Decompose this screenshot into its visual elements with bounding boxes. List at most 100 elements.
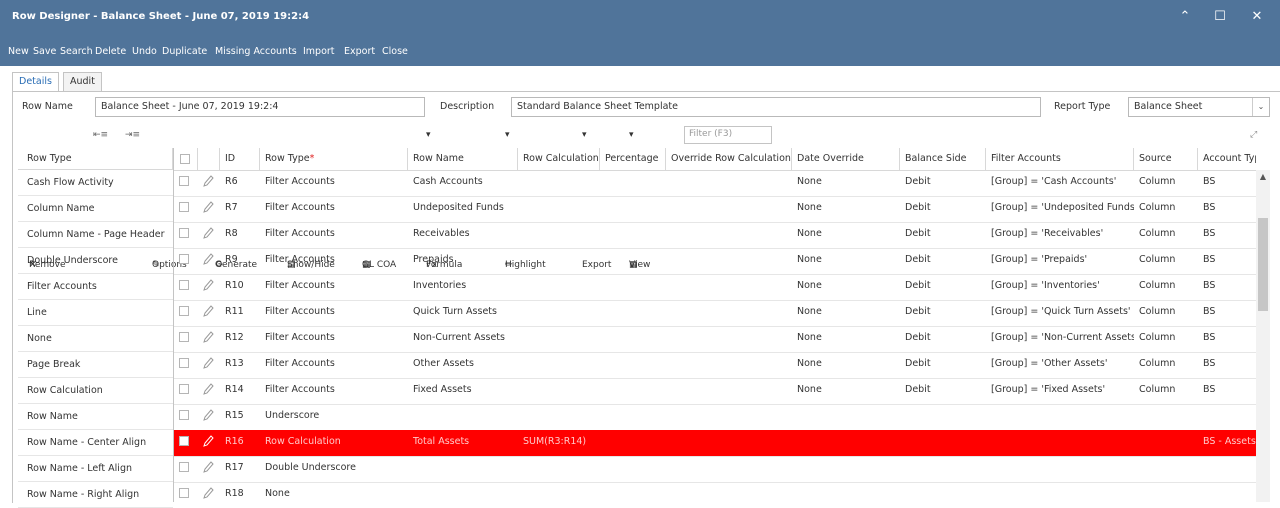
cell-override-row-calculation[interactable] — [666, 430, 792, 456]
pencil-icon[interactable] — [202, 330, 214, 344]
cell-account-type[interactable]: BS — [1198, 326, 1256, 352]
cell-date-override[interactable]: None — [792, 196, 900, 222]
menu-new[interactable]: New — [8, 46, 29, 57]
table-row[interactable]: R8 Filter Accounts Receivables None Debit [Gr… — [174, 222, 1256, 249]
row-type-item[interactable]: Row Calculation — [18, 378, 173, 404]
cell-date-override[interactable]: None — [792, 326, 900, 352]
cell-filter-accounts[interactable]: [Group] = 'Other Assets' — [986, 352, 1134, 378]
cell-date-override[interactable]: None — [792, 274, 900, 300]
cell-row-type[interactable]: Row Calculation — [260, 430, 408, 456]
cell-date-override[interactable]: None — [792, 300, 900, 326]
pencil-icon[interactable] — [202, 200, 214, 214]
cell-account-type[interactable]: BS — [1198, 352, 1256, 378]
cell-row-calculation[interactable] — [518, 482, 600, 502]
table-row[interactable]: R13 Filter Accounts Other Assets None Debit[… — [174, 352, 1256, 379]
row-checkbox[interactable] — [179, 488, 189, 498]
indent-icon[interactable]: ⇥≡ — [125, 130, 140, 140]
cell-account-type[interactable]: BS — [1198, 378, 1256, 404]
cell-source[interactable]: Column — [1134, 378, 1198, 404]
scrollbar-thumb[interactable] — [1258, 218, 1268, 311]
col-header-source[interactable]: Source — [1134, 148, 1198, 170]
cell-override-row-calculation[interactable] — [666, 456, 792, 482]
cell-id[interactable]: R17 — [220, 456, 260, 482]
cell-balance-side[interactable]: Debit — [900, 274, 986, 300]
cell-source[interactable]: Column — [1134, 170, 1198, 196]
cell-account-type[interactable]: BS — [1198, 274, 1256, 300]
cell-account-type[interactable] — [1198, 456, 1256, 482]
cell-balance-side[interactable]: Debit — [900, 300, 986, 326]
cell-balance-side[interactable]: Debit — [900, 326, 986, 352]
expand-icon[interactable]: ⤢ — [1250, 130, 1257, 140]
cell-id[interactable]: R12 — [220, 326, 260, 352]
cell-override-row-calculation[interactable] — [666, 378, 792, 404]
row-type-item[interactable]: Row Name - Center Align — [18, 430, 173, 456]
cell-source[interactable]: Column — [1134, 196, 1198, 222]
pencil-icon[interactable] — [202, 174, 214, 188]
cell-id[interactable]: R15 — [220, 404, 260, 430]
row-type-item[interactable]: Row Name - Left Align — [18, 456, 173, 482]
cell-account-type[interactable] — [1198, 482, 1256, 502]
cell-row-name[interactable] — [408, 456, 518, 482]
cell-id[interactable]: R6 — [220, 170, 260, 196]
cell-percentage[interactable] — [600, 222, 666, 248]
table-row[interactable]: R11 Filter Accounts Quick Turn Assets None D… — [174, 300, 1256, 327]
cell-source[interactable] — [1134, 456, 1198, 482]
cell-percentage[interactable] — [600, 248, 666, 274]
cell-filter-accounts[interactable]: [Group] = 'Quick Turn Assets' — [986, 300, 1134, 326]
row-checkbox[interactable] — [179, 436, 189, 446]
table-row[interactable]: R6 Filter Accounts Cash Accounts None Debit[… — [174, 170, 1256, 197]
cell-row-type[interactable]: Filter Accounts — [260, 300, 408, 326]
cell-row-calculation[interactable]: SUM(R3:R14) — [518, 430, 600, 456]
row-checkbox[interactable] — [179, 254, 189, 264]
cell-override-row-calculation[interactable] — [666, 274, 792, 300]
pencil-icon[interactable] — [202, 434, 214, 448]
cell-percentage[interactable] — [600, 404, 666, 430]
cell-row-name[interactable]: Undeposited Funds — [408, 196, 518, 222]
cell-source[interactable]: Column — [1134, 274, 1198, 300]
formula-button[interactable]: √x Formula ▾ — [426, 130, 462, 270]
cell-row-calculation[interactable] — [518, 378, 600, 404]
row-checkbox[interactable] — [179, 176, 189, 186]
row-type-item[interactable]: Cash Flow Activity — [18, 170, 173, 196]
cell-row-calculation[interactable] — [518, 352, 600, 378]
row-checkbox[interactable] — [179, 384, 189, 394]
cell-source[interactable] — [1134, 404, 1198, 430]
cell-date-override[interactable]: None — [792, 378, 900, 404]
menu-delete[interactable]: Delete — [95, 46, 126, 57]
cell-percentage[interactable] — [600, 482, 666, 502]
cell-filter-accounts[interactable] — [986, 456, 1134, 482]
cell-account-type[interactable] — [1198, 404, 1256, 430]
cell-row-type[interactable]: Filter Accounts — [260, 170, 408, 196]
table-row[interactable]: R14 Filter Accounts Fixed Assets None Debit[… — [174, 378, 1256, 405]
row-type-item[interactable]: Row Name — [18, 404, 173, 430]
cell-override-row-calculation[interactable] — [666, 248, 792, 274]
col-header-row-type[interactable]: Row Type* — [260, 148, 408, 170]
table-row[interactable]: R18 None — [174, 482, 1256, 502]
cell-row-name[interactable] — [408, 482, 518, 502]
cell-row-calculation[interactable] — [518, 456, 600, 482]
view-button[interactable]: ▦ View ▾ — [629, 130, 650, 270]
cell-source[interactable]: Column — [1134, 326, 1198, 352]
row-checkbox[interactable] — [179, 462, 189, 472]
grid-scrollbar[interactable]: ▲ — [1256, 170, 1270, 502]
export-button[interactable]: Export ▾ — [582, 130, 611, 270]
cell-filter-accounts[interactable]: [Group] = 'Undeposited Funds' — [986, 196, 1134, 222]
cell-percentage[interactable] — [600, 456, 666, 482]
row-type-item[interactable]: Column Name - Page Header — [18, 222, 173, 248]
cell-row-name[interactable]: Receivables — [408, 222, 518, 248]
cell-id[interactable]: R16 — [220, 430, 260, 456]
row-type-item[interactable]: Double Underscore — [18, 248, 173, 274]
cell-balance-side[interactable]: Debit — [900, 196, 986, 222]
row-name-field[interactable]: Balance Sheet - June 07, 2019 19:2:4 — [95, 97, 425, 117]
cell-percentage[interactable] — [600, 170, 666, 196]
scroll-up-icon[interactable]: ▲ — [1256, 170, 1270, 184]
cell-row-name[interactable]: Fixed Assets — [408, 378, 518, 404]
highlight-button[interactable]: ✏ Highlight ▾ — [505, 130, 546, 270]
chevron-down-icon[interactable]: ⌄ — [1252, 98, 1269, 116]
cell-row-calculation[interactable] — [518, 170, 600, 196]
cell-row-type[interactable]: Filter Accounts — [260, 326, 408, 352]
cell-source[interactable]: Column — [1134, 300, 1198, 326]
col-header-account-type[interactable]: Account Type — [1198, 148, 1256, 170]
cell-override-row-calculation[interactable] — [666, 196, 792, 222]
table-row[interactable]: R15 Underscore — [174, 404, 1256, 431]
